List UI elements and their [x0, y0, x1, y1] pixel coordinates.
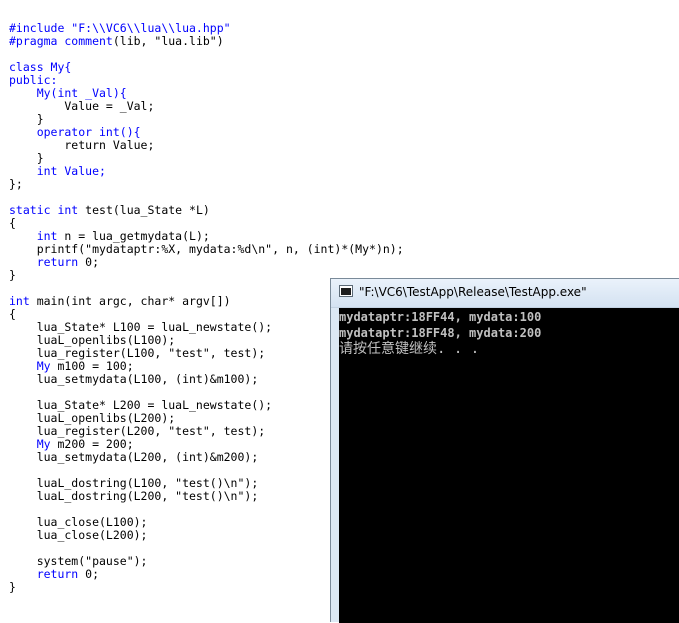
code-token: }; [9, 177, 23, 191]
code-line: } [9, 269, 16, 282]
code-token: (lib, "lua.lib") [112, 34, 224, 48]
code-token: printf("mydataptr:%X, mydata:%d\n", n, (… [9, 242, 404, 256]
code-token: { [9, 307, 16, 321]
code-token: 0; [85, 255, 100, 269]
code-token: system("pause"); [9, 554, 148, 568]
code-token: 0; [85, 567, 100, 581]
console-titlebar[interactable]: "F:\VC6\TestApp\Release\TestApp.exe" [331, 279, 679, 308]
code-line: static int test(lua_State *L) [9, 204, 210, 217]
code-token: lua_close(L200); [9, 528, 148, 542]
code-line: return 0; [9, 568, 99, 581]
code-token: lua_register(L100, "test", test); [9, 346, 266, 360]
code-token: test(lua_State *L) [85, 203, 210, 217]
code-token: luaL_dostring(L100, "test()\n"); [9, 476, 259, 490]
code-token: int [9, 229, 65, 243]
code-line: lua_setmydata(L200, (int)&m200); [9, 450, 259, 464]
code-token: } [9, 151, 44, 165]
code-token: n = lua_getmydata(L); [64, 229, 210, 243]
code-token: luaL_dostring(L200, "test()\n"); [9, 489, 259, 503]
console-output-line: mydataptr:18FF48, mydata:200 [339, 326, 542, 340]
code-line: return 0; [9, 256, 99, 269]
code-line: int main(int argc, char* argv[]) [9, 295, 231, 308]
code-line: #pragma comment(lib, "lua.lib") [9, 35, 224, 48]
code-line: luaL_dostring(L200, "test()\n"); [9, 489, 259, 503]
code-token: lua_setmydata(L200, (int)&m200); [9, 450, 259, 464]
code-token: #include "F:\\VC6\\lua\\lua.hpp" [9, 21, 231, 35]
console-title: "F:\VC6\TestApp\Release\TestApp.exe" [359, 285, 587, 299]
code-line: int Value; [9, 165, 106, 178]
code-token: lua_register(L200, "test", test); [9, 424, 266, 438]
code-token: m100 = 100; [57, 359, 134, 373]
code-line: lua_setmydata(L100, (int)&m100); [9, 372, 259, 386]
code-token: } [9, 580, 16, 594]
console-output-line: mydataptr:18FF44, mydata:100 [339, 310, 542, 324]
code-token: static int [9, 203, 86, 217]
code-line: }; [9, 178, 23, 191]
code-token: lua_close(L100); [9, 515, 148, 529]
code-token: My(int _Val){ [9, 86, 127, 100]
code-token: int [9, 294, 37, 308]
code-token: lua_setmydata(L100, (int)&m100); [9, 372, 259, 386]
code-token: m200 = 200; [57, 437, 134, 451]
code-token: lua_State* L200 = luaL_newstate(); [9, 398, 273, 412]
code-token: int Value; [9, 164, 106, 178]
code-token: My [9, 437, 58, 451]
console-pause-prompt: 请按任意键继续. . . [339, 341, 480, 357]
code-token: return [9, 567, 86, 581]
code-line: } [9, 581, 16, 594]
code-token: luaL_openlibs(L100); [9, 333, 176, 347]
code-token: #pragma comment [9, 34, 113, 48]
code-token: main(int argc, char* argv[]) [36, 294, 231, 308]
code-token: My [9, 359, 58, 373]
code-token: } [9, 268, 16, 282]
console-window[interactable]: "F:\VC6\TestApp\Release\TestApp.exe" myd… [330, 278, 679, 623]
code-token: { [9, 216, 16, 230]
code-token: return Value; [9, 138, 155, 152]
console-window-icon [339, 285, 353, 297]
code-token: operator int(){ [9, 125, 141, 139]
code-token: class My{ [9, 60, 72, 74]
code-token: luaL_openlibs(L200); [9, 411, 176, 425]
code-token: lua_State* L100 = luaL_newstate(); [9, 320, 273, 334]
code-token: return [9, 255, 86, 269]
code-line: lua_close(L200); [9, 528, 148, 542]
code-token: public: [9, 73, 58, 87]
code-token: Value = _Val; [9, 99, 155, 113]
code-token: } [9, 112, 44, 126]
console-screen[interactable]: mydataptr:18FF44, mydata:100 mydataptr:1… [339, 308, 679, 623]
